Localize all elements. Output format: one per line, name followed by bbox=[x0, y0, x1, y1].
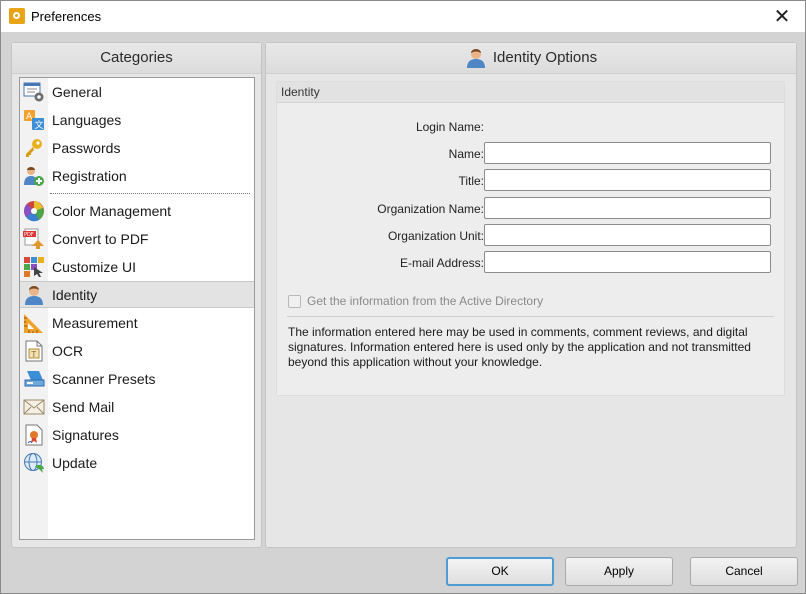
ok-button[interactable]: OK bbox=[446, 557, 554, 586]
category-label: Languages bbox=[52, 111, 122, 128]
category-label: Send Mail bbox=[52, 398, 115, 415]
identity-group-title: Identity bbox=[277, 82, 784, 103]
cancel-button[interactable]: Cancel bbox=[690, 557, 798, 586]
globe-update-icon bbox=[23, 452, 45, 474]
category-label: Signatures bbox=[52, 426, 119, 443]
category-item-update[interactable]: Update bbox=[20, 449, 254, 476]
svg-text:文: 文 bbox=[35, 119, 44, 131]
user-icon bbox=[465, 47, 487, 69]
categories-panel: Categories General A文 Languages Password… bbox=[11, 42, 262, 548]
category-separator bbox=[50, 193, 250, 194]
organization-unit-label: Organization Unit: bbox=[387, 229, 484, 243]
category-item-passwords[interactable]: Passwords bbox=[20, 134, 254, 161]
category-label: Registration bbox=[52, 167, 127, 184]
scanner-icon bbox=[23, 368, 45, 390]
ruler-triangle-icon bbox=[23, 312, 45, 334]
user-icon bbox=[23, 284, 45, 306]
category-item-registration[interactable]: Registration bbox=[20, 162, 254, 189]
general-settings-icon bbox=[23, 81, 45, 103]
pdf-convert-icon: PDF bbox=[23, 228, 45, 250]
svg-text:PDF: PDF bbox=[24, 232, 34, 238]
title-label: Title: bbox=[458, 174, 484, 188]
organization-name-field[interactable] bbox=[484, 197, 771, 219]
apply-button[interactable]: Apply bbox=[565, 557, 673, 586]
options-title: Identity Options bbox=[492, 49, 598, 66]
active-directory-label: Get the information from the Active Dire… bbox=[307, 294, 544, 308]
category-label: OCR bbox=[52, 342, 84, 359]
category-item-customize-ui[interactable]: Customize UI bbox=[20, 253, 254, 280]
mail-icon bbox=[23, 396, 45, 418]
name-label: Name: bbox=[448, 147, 484, 161]
category-item-measurement[interactable]: Measurement bbox=[20, 309, 254, 336]
key-icon bbox=[23, 137, 45, 159]
customize-ui-icon bbox=[23, 256, 45, 278]
active-directory-row: Get the information from the Active Dire… bbox=[288, 294, 543, 308]
categories-list[interactable]: General A文 Languages Passwords Registrat… bbox=[19, 77, 255, 540]
category-item-languages[interactable]: A文 Languages bbox=[20, 106, 254, 133]
window-title: Preferences bbox=[31, 9, 102, 24]
user-add-icon bbox=[23, 165, 45, 187]
svg-text:T: T bbox=[32, 350, 37, 358]
group-divider bbox=[287, 316, 774, 317]
category-item-color-management[interactable]: Color Management bbox=[20, 197, 254, 224]
close-button[interactable]: ✕ bbox=[759, 1, 805, 32]
categories-header: Categories bbox=[12, 43, 261, 74]
active-directory-checkbox[interactable] bbox=[288, 294, 301, 308]
title-bar: Preferences ✕ bbox=[1, 1, 805, 32]
category-label: Color Management bbox=[52, 202, 172, 219]
email-address-label: E-mail Address: bbox=[399, 256, 484, 270]
identity-info-text: The information entered here may be used… bbox=[288, 325, 751, 369]
category-label: Customize UI bbox=[52, 258, 137, 275]
app-logo-icon bbox=[9, 8, 25, 24]
organization-unit-field[interactable] bbox=[484, 224, 771, 246]
language-translate-icon: A文 bbox=[23, 109, 45, 131]
options-header: Identity Options bbox=[266, 43, 796, 74]
category-item-identity[interactable]: Identity bbox=[20, 281, 254, 308]
category-label: Convert to PDF bbox=[52, 230, 149, 247]
identity-group: Identity Login Name: Name: Title: Organi… bbox=[276, 81, 785, 396]
organization-name-label: Organization Name: bbox=[377, 202, 484, 216]
preferences-window: Preferences ✕ Categories General A文 Lang… bbox=[0, 0, 806, 594]
category-label: Measurement bbox=[52, 314, 138, 331]
ocr-document-icon: T bbox=[23, 340, 45, 362]
signature-document-icon bbox=[23, 424, 45, 446]
email-address-field[interactable] bbox=[484, 251, 771, 273]
category-item-general[interactable]: General bbox=[20, 78, 254, 105]
category-label: Scanner Presets bbox=[52, 370, 156, 387]
login-name-label: Login Name: bbox=[415, 120, 484, 134]
category-item-convert-to-pdf[interactable]: PDF Convert to PDF bbox=[20, 225, 254, 252]
category-item-send-mail[interactable]: Send Mail bbox=[20, 393, 254, 420]
dialog-client-area: Categories General A文 Languages Password… bbox=[1, 32, 805, 593]
category-item-signatures[interactable]: Signatures bbox=[20, 421, 254, 448]
category-label: Passwords bbox=[52, 139, 121, 156]
category-label: Update bbox=[52, 454, 98, 471]
category-label: Identity bbox=[52, 286, 98, 303]
name-field[interactable] bbox=[484, 142, 771, 164]
identity-options-panel: Identity Options Identity Login Name: Na… bbox=[265, 42, 797, 548]
category-label: General bbox=[52, 83, 102, 100]
title-field[interactable] bbox=[484, 169, 771, 191]
svg-text:A: A bbox=[26, 112, 33, 122]
category-item-scanner-presets[interactable]: Scanner Presets bbox=[20, 365, 254, 392]
color-wheel-icon bbox=[23, 200, 45, 222]
category-item-ocr[interactable]: T OCR bbox=[20, 337, 254, 364]
